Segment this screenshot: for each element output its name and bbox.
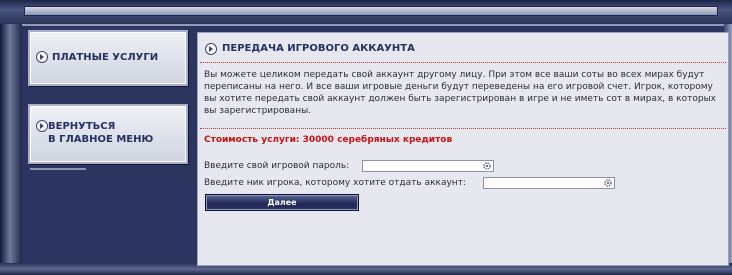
sidebar-item-label: ПЛАТНЫЕ УСЛУГИ [52, 52, 159, 63]
page-title: ПЕРЕДАЧА ИГРОВОГО АККАУНТА [222, 43, 415, 54]
title-divider [200, 62, 726, 63]
nick-input[interactable] [484, 178, 604, 188]
window-frame-top [0, 0, 732, 26]
arrow-right-icon [36, 51, 48, 63]
gear-icon[interactable] [603, 178, 613, 188]
password-field[interactable] [362, 160, 494, 172]
nick-label: Введите ник игрока, которому хотите отда… [204, 178, 466, 188]
sidebar-item-label-line1: ВЕРНУТЬСЯ [48, 121, 116, 132]
frame-top-bar [24, 6, 718, 16]
sidebar-item-label-line2: В ГЛАВНОЕ МЕНЮ [48, 134, 154, 145]
password-label: Введите свой игровой пароль: [204, 161, 350, 171]
sidebar-item-paid-services[interactable]: ПЛАТНЫЕ УСЛУГИ [28, 30, 188, 86]
password-input[interactable] [363, 161, 483, 171]
service-description: Вы можете целиком передать свой аккаунт … [204, 70, 717, 116]
sidebar-item-main-menu[interactable]: ВЕРНУТЬСЯ В ГЛАВНОЕ МЕНЮ [28, 104, 188, 164]
content-panel: ПЕРЕДАЧА ИГРОВОГО АККАУНТА Вы можете цел… [197, 32, 729, 266]
window-frame-left [0, 24, 22, 275]
nick-field[interactable] [483, 177, 615, 189]
sidebar-divider [30, 168, 86, 170]
service-price: Стоимость услуги: 30000 серебряных креди… [204, 135, 453, 145]
gear-icon[interactable] [482, 161, 492, 171]
arrow-right-icon [205, 43, 217, 55]
arrow-right-icon [36, 120, 48, 132]
next-button[interactable]: Далее [205, 194, 359, 211]
description-divider [200, 128, 726, 129]
